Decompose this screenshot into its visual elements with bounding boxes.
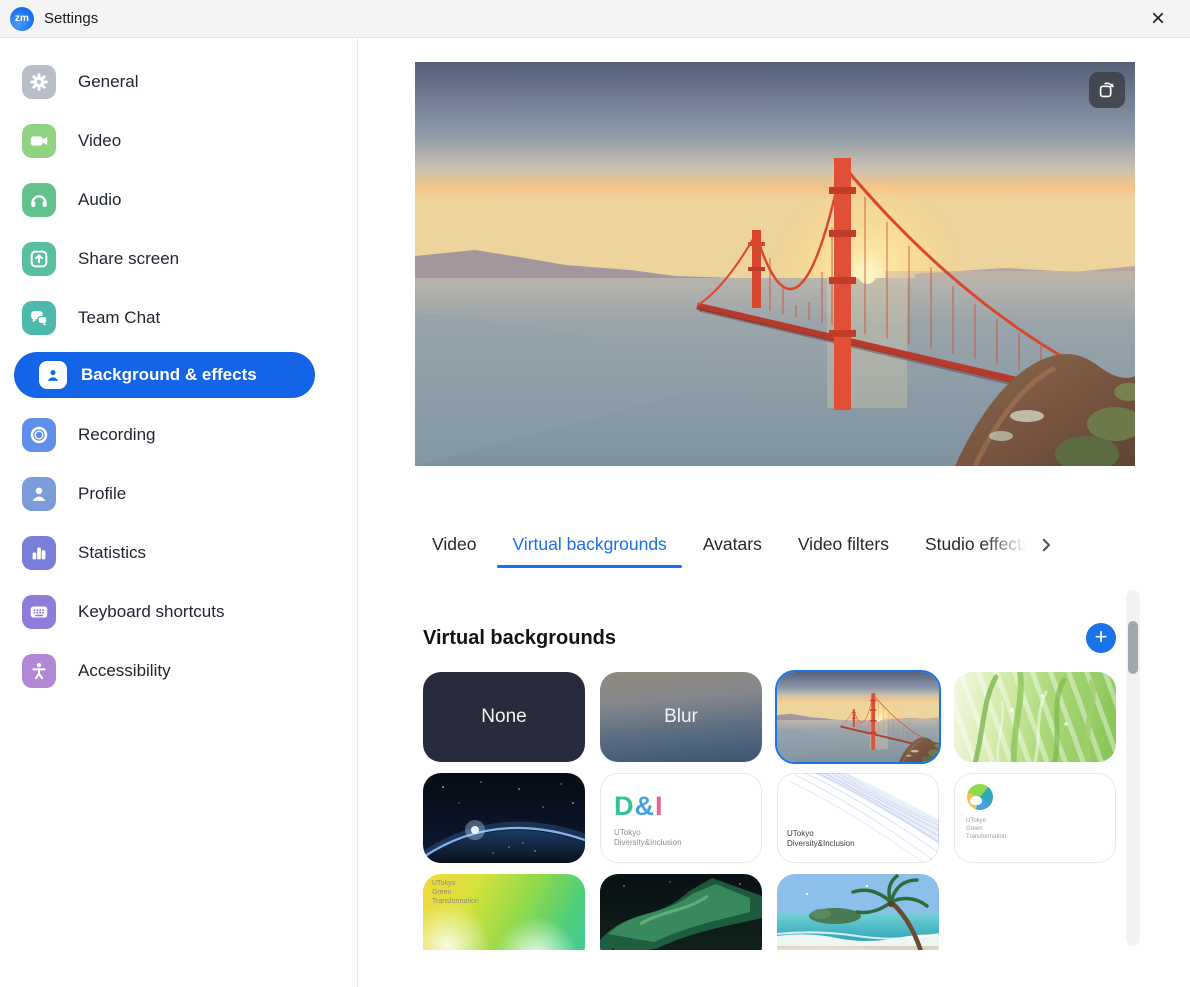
sidebar-item-video[interactable]: Video [22, 124, 357, 158]
earth-thumbnail [423, 773, 585, 863]
background-tile-beach[interactable] [777, 874, 939, 950]
zoom-logo: zm [10, 7, 34, 31]
di-logo: D&I UTokyoDiversity&Inclusion [614, 791, 682, 848]
sidebar-item-label: Share screen [78, 249, 179, 269]
beach-thumbnail [777, 874, 939, 950]
main-panel: Video Virtual backgrounds Avatars Video … [358, 38, 1190, 987]
sidebar-item-statistics[interactable]: Statistics [22, 536, 357, 570]
sidebar-item-label: Background & effects [81, 365, 257, 385]
video-preview [415, 62, 1135, 466]
panel-heading: Virtual backgrounds [423, 627, 616, 650]
share-screen-icon [22, 242, 56, 276]
background-tile-none[interactable]: None [423, 672, 585, 762]
titlebar[interactable]: zm Settings × [0, 0, 1190, 38]
sidebar-item-general[interactable]: General [22, 65, 357, 99]
sidebar-item-share-screen[interactable]: Share screen [22, 242, 357, 276]
background-tile-earth[interactable] [423, 773, 585, 863]
window-title: Settings [44, 10, 98, 27]
background-effects-tabs: Video Virtual backgrounds Avatars Video … [415, 534, 1135, 568]
sidebar-item-label: Statistics [78, 543, 146, 563]
gx-text: UTokyoGreenTransformation [432, 879, 479, 906]
tab-studio-effects[interactable]: Studio effects [925, 534, 1031, 568]
tab-video-filters[interactable]: Video filters [798, 534, 889, 568]
sidebar-item-label: General [78, 72, 138, 92]
sidebar-item-label: Accessibility [78, 661, 171, 681]
backgrounds-grid: None Blur D&I UTokyoD [423, 672, 1116, 950]
mirror-rotate-icon [1096, 79, 1118, 101]
tab-virtual-backgrounds[interactable]: Virtual backgrounds [512, 534, 666, 568]
golden-gate-thumbnail [777, 672, 939, 762]
golden-gate-preview-image [415, 62, 1135, 466]
sidebar-item-label: Profile [78, 484, 126, 504]
tile-label: None [423, 672, 585, 762]
video-camera-icon [22, 124, 56, 158]
di-line1: UTokyo [614, 828, 682, 838]
chat-bubbles-icon [22, 301, 56, 335]
virtual-backgrounds-panel: Virtual backgrounds + None Blur [415, 590, 1140, 950]
sidebar-item-label: Keyboard shortcuts [78, 602, 224, 622]
sidebar-item-recording[interactable]: Recording [22, 418, 357, 452]
sidebar-item-label: Audio [78, 190, 121, 210]
person-card-icon [39, 361, 67, 389]
aurora-thumbnail [600, 874, 762, 950]
di-line2: Diversity&Inclusion [614, 838, 682, 848]
scrollbar-thumb[interactable] [1128, 621, 1138, 674]
keyboard-icon [22, 595, 56, 629]
background-tile-utokyo-green-curve[interactable]: UTokyoGreenTransformation [954, 773, 1116, 863]
sidebar-item-accessibility[interactable]: Accessibility [22, 654, 357, 688]
background-tile-utokyo-di-logo[interactable]: D&I UTokyoDiversity&Inclusion [600, 773, 762, 863]
background-tile-utokyo-gx[interactable]: UTokyoGreenTransformation [423, 874, 585, 950]
wave-mesh-art [777, 773, 939, 863]
background-tile-grass[interactable] [954, 672, 1116, 762]
tab-avatars[interactable]: Avatars [703, 534, 762, 568]
sidebar-item-team-chat[interactable]: Team Chat [22, 301, 357, 335]
person-icon [22, 477, 56, 511]
grass-thumbnail [954, 672, 1116, 762]
green-curve-text: UTokyoGreenTransformation [966, 817, 1006, 841]
sidebar-item-background-effects[interactable]: Background & effects [14, 352, 315, 398]
vertical-scrollbar-track[interactable] [1126, 590, 1140, 946]
utokyo-green-logo [967, 784, 993, 810]
headphones-icon [22, 183, 56, 217]
sidebar-item-profile[interactable]: Profile [22, 477, 357, 511]
settings-sidebar: General Video Audio Share screen Team Ch [0, 38, 358, 987]
background-tile-golden-gate[interactable] [777, 672, 939, 762]
sidebar-item-audio[interactable]: Audio [22, 183, 357, 217]
di-wave-text: UTokyoDiversity&Inclusion [787, 829, 855, 849]
close-button[interactable]: × [1136, 0, 1180, 38]
add-background-button[interactable]: + [1086, 623, 1116, 653]
tabs-overflow-chevron-icon[interactable] [1037, 536, 1055, 554]
tab-video[interactable]: Video [432, 534, 476, 568]
sidebar-item-keyboard-shortcuts[interactable]: Keyboard shortcuts [22, 595, 357, 629]
sidebar-item-label: Team Chat [78, 308, 160, 328]
background-tile-blur[interactable]: Blur [600, 672, 762, 762]
sidebar-item-label: Recording [78, 425, 156, 445]
mirror-rotate-button[interactable] [1089, 72, 1125, 108]
background-tile-aurora[interactable] [600, 874, 762, 950]
record-circle-icon [22, 418, 56, 452]
gear-icon [22, 65, 56, 99]
accessibility-icon [22, 654, 56, 688]
sidebar-item-label: Video [78, 131, 121, 151]
background-tile-utokyo-di-wave[interactable]: UTokyoDiversity&Inclusion [777, 773, 939, 863]
bar-chart-icon [22, 536, 56, 570]
tile-label: Blur [600, 672, 762, 762]
